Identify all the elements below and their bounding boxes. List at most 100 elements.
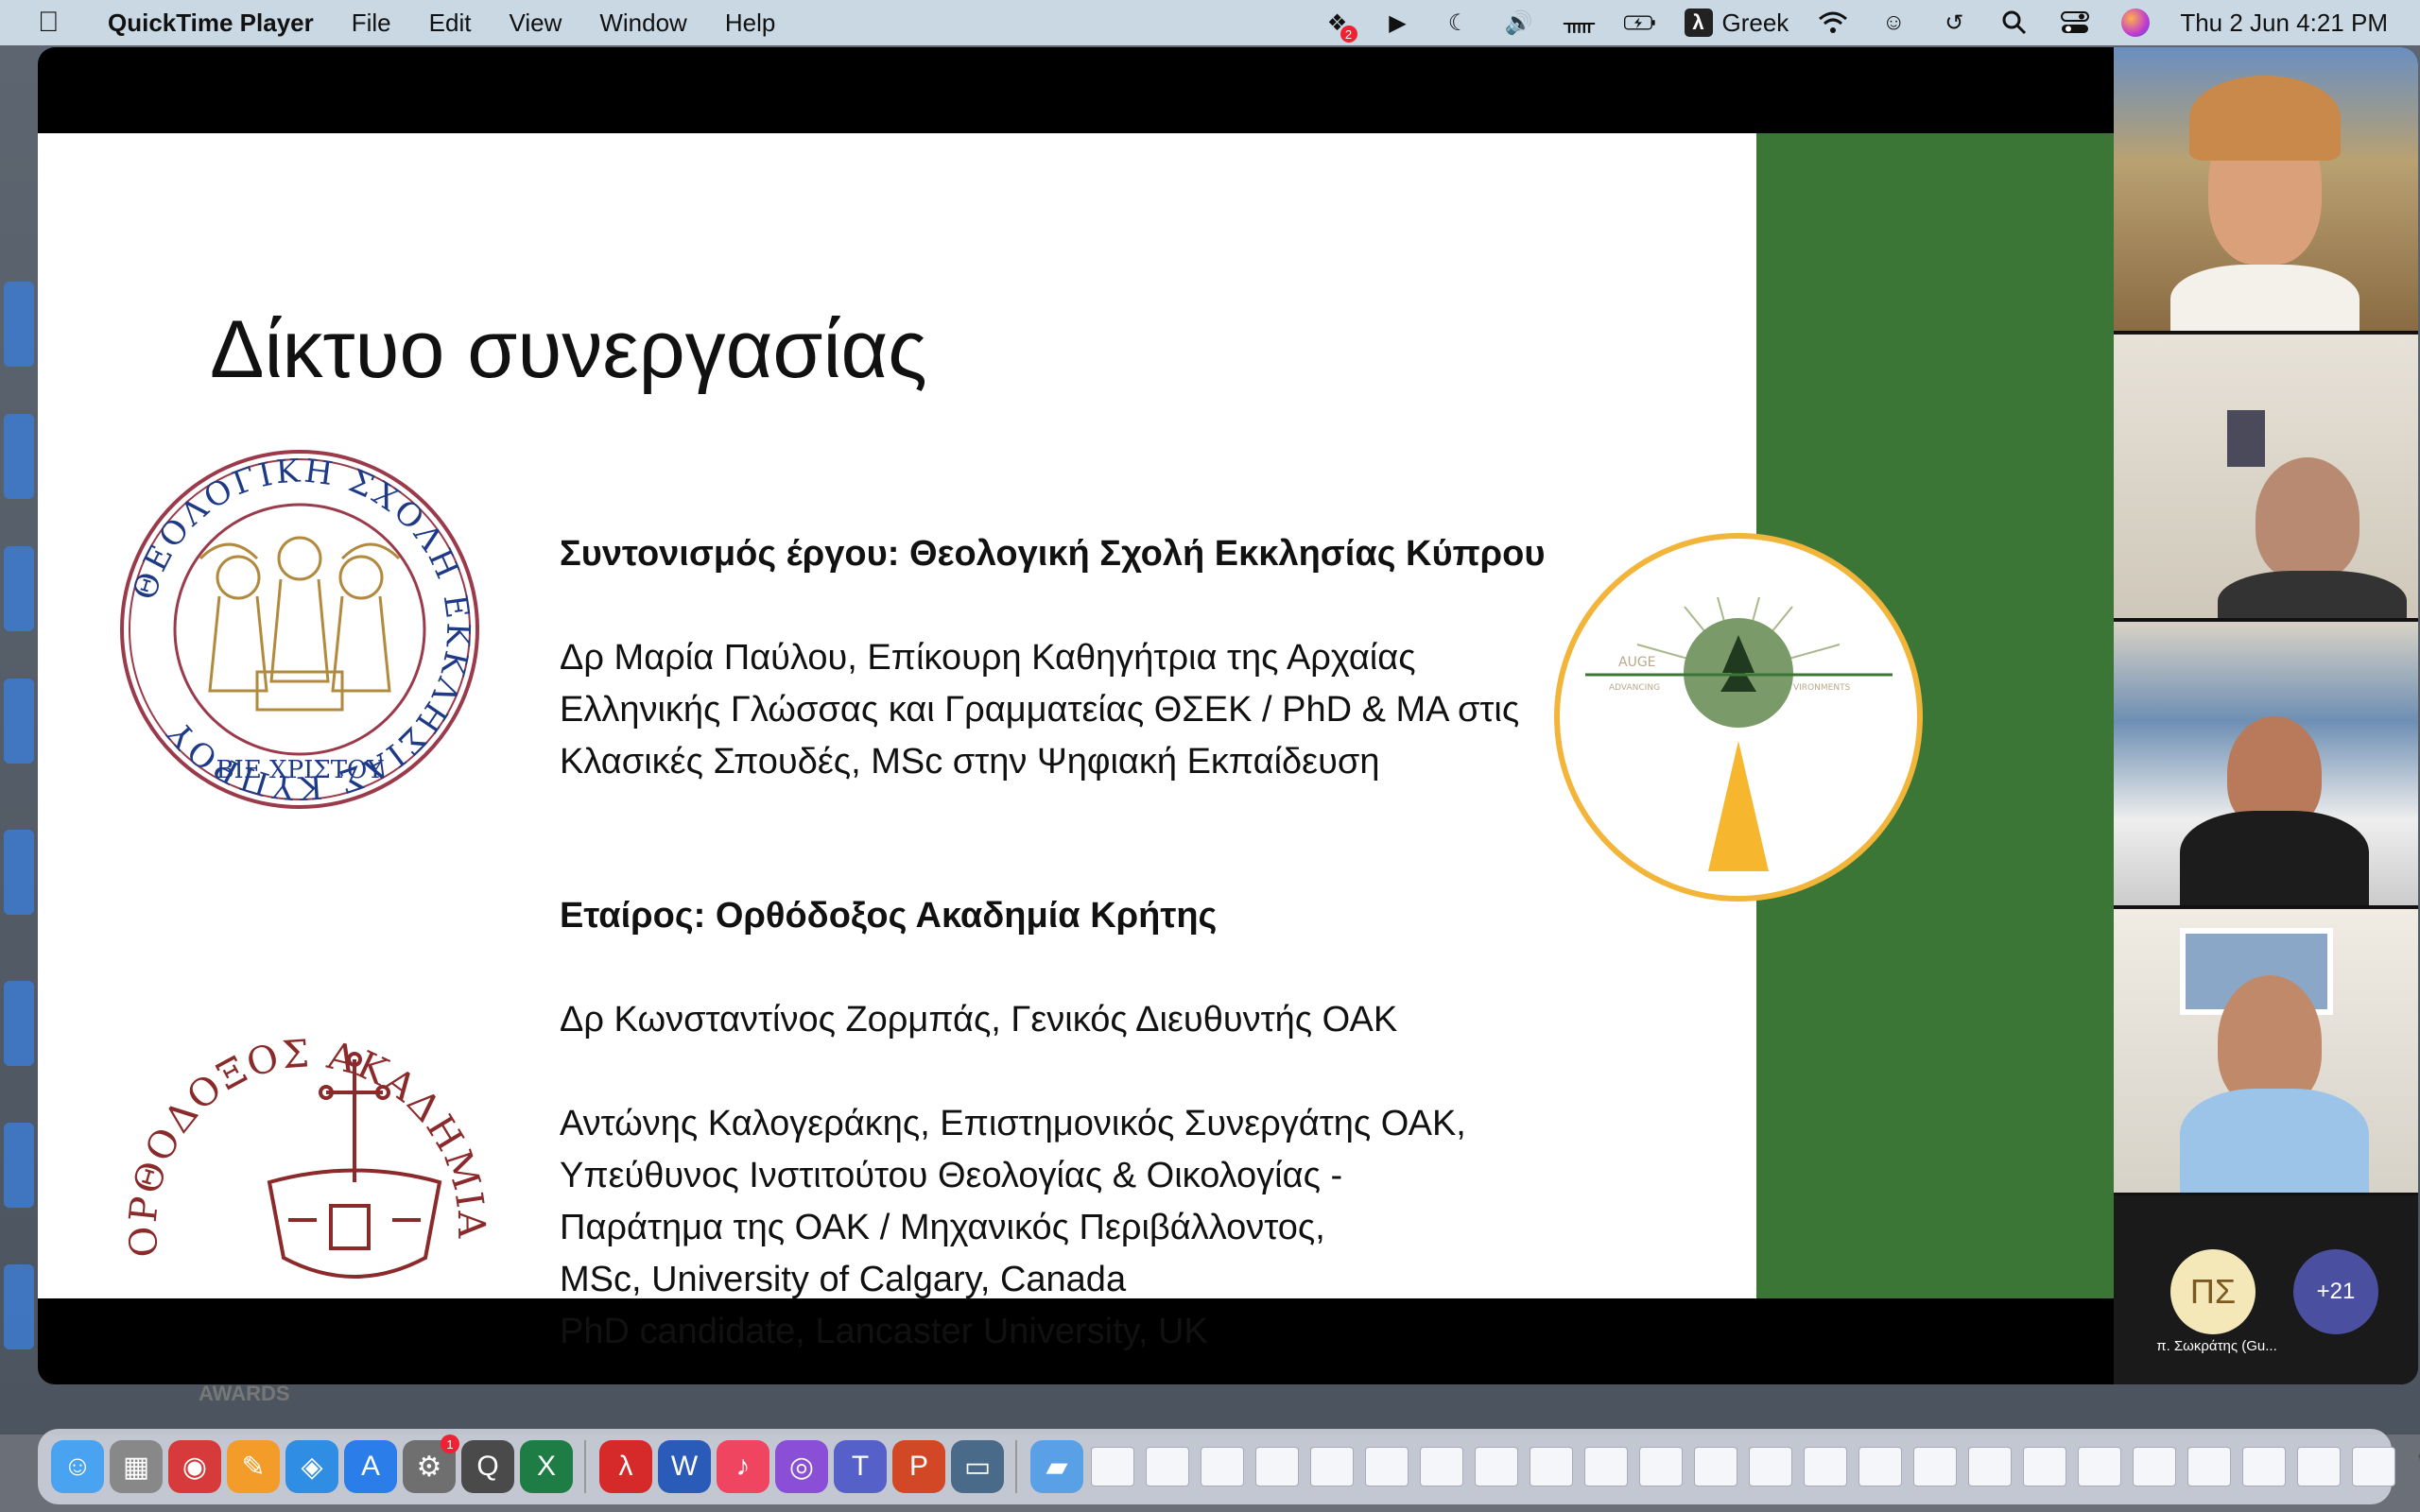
minimized-window-thumbnail[interactable] bbox=[1310, 1447, 1354, 1486]
trash-icon[interactable]: 🗑 bbox=[2405, 1440, 2420, 1493]
minimized-window-thumbnail[interactable] bbox=[1255, 1447, 1299, 1486]
menu-edit[interactable]: Edit bbox=[429, 9, 472, 38]
menubar-clock[interactable]: Thu 2 Jun 4:21 PM bbox=[2180, 9, 2388, 38]
minimized-window-thumbnail[interactable] bbox=[2297, 1447, 2341, 1486]
photo-booth-icon[interactable]: ◉ bbox=[168, 1440, 221, 1493]
minimized-window-thumbnail[interactable] bbox=[1475, 1447, 1518, 1486]
dock-separator bbox=[584, 1440, 586, 1493]
menu-help[interactable]: Help bbox=[725, 9, 775, 38]
word-icon[interactable]: W bbox=[658, 1440, 711, 1493]
teams-icon[interactable]: T bbox=[834, 1440, 887, 1493]
minimized-window-thumbnail[interactable] bbox=[1968, 1447, 2012, 1486]
play-circle-icon[interactable]: ▶ bbox=[1382, 7, 1414, 39]
minimized-window-thumbnail[interactable] bbox=[1694, 1447, 1737, 1486]
dock: ☺ ▦ ◉ ✎ ◈ A ⚙1 Q X λ W ♪ ◎ T P ▭ ▰ 🗑 bbox=[38, 1429, 2420, 1504]
more-participants-button[interactable]: +21 bbox=[2293, 1249, 2378, 1334]
preview-icon[interactable]: ▭ bbox=[951, 1440, 1004, 1493]
partner-person-2-line-1: Αντώνης Καλογεράκης, Επιστημονικός Συνερ… bbox=[560, 1104, 1466, 1143]
participant-video-3[interactable] bbox=[2114, 622, 2418, 908]
minimized-window-thumbnail[interactable] bbox=[2352, 1447, 2395, 1486]
app-name-menu[interactable]: QuickTime Player bbox=[108, 9, 314, 38]
minimized-window-thumbnail[interactable] bbox=[1420, 1447, 1463, 1486]
system-preferences-badge: 1 bbox=[441, 1435, 459, 1453]
desktop-file-icon[interactable] bbox=[4, 546, 34, 631]
siri-icon[interactable] bbox=[2119, 7, 2152, 39]
auge-logo: AUGE ADVANCING VIRONMENTS bbox=[1554, 533, 1923, 902]
search-icon[interactable] bbox=[1998, 7, 2031, 39]
partner-person-2-line-5: PhD candidate, Lancaster University, UK bbox=[560, 1312, 1208, 1351]
minimized-window-thumbnail[interactable] bbox=[2023, 1447, 2066, 1486]
moon-icon[interactable]: ☾ bbox=[1443, 7, 1475, 39]
minimized-window-thumbnail[interactable] bbox=[1858, 1447, 1902, 1486]
slide-title: Δίκτυο συνεργασίας bbox=[210, 304, 927, 395]
safari-icon[interactable]: ◈ bbox=[285, 1440, 338, 1493]
user-account-icon[interactable]: ☺ bbox=[1877, 7, 1910, 39]
svg-text:ΒΙΕ ΧΡΙΣΤΟΥ: ΒΙΕ ΧΡΙΣΤΟΥ bbox=[216, 756, 384, 784]
finder-icon[interactable]: ☺ bbox=[51, 1440, 104, 1493]
minimized-window-thumbnail[interactable] bbox=[2242, 1447, 2286, 1486]
apple-menu-icon[interactable]:  bbox=[38, 7, 76, 39]
quicktime-icon[interactable]: Q bbox=[461, 1440, 514, 1493]
coordination-person-line-3: Κλασικές Σπουδές, MSc στην Ψηφιακή Εκπαί… bbox=[560, 742, 1380, 782]
music-icon[interactable]: ♪ bbox=[717, 1440, 769, 1493]
desktop-file-icon[interactable] bbox=[4, 830, 34, 915]
menu-window[interactable]: Window bbox=[599, 9, 686, 38]
orthodox-academy-logo: ΟΡΘΟΔΟΞΟΣ ΑΚΑΔΗΜΙΑ ΚΡΗΤΗΣ bbox=[123, 936, 492, 1279]
coordination-person-line-2: Ελληνικής Γλώσσας και Γραμματείας ΘΣΕΚ /… bbox=[560, 690, 1520, 730]
menu-view[interactable]: View bbox=[509, 9, 562, 38]
wifi-icon[interactable] bbox=[1817, 7, 1849, 39]
svg-text:ΟΡΘΟΔΟΞΟΣ ΑΚΑΔΗΜΙΑ ΚΡΗΤΗΣ: ΟΡΘΟΔΟΞΟΣ ΑΚΑΔΗΜΙΑ ΚΡΗΤΗΣ bbox=[123, 936, 492, 1259]
volume-icon[interactable]: 🔊 bbox=[1503, 7, 1535, 39]
minimized-window-thumbnail[interactable] bbox=[2133, 1447, 2176, 1486]
minimized-window-thumbnail[interactable] bbox=[1146, 1447, 1189, 1486]
menu-file[interactable]: File bbox=[352, 9, 391, 38]
dropbox-icon[interactable]: ❖ 2 bbox=[1322, 7, 1357, 43]
svg-text:ADVANCING: ADVANCING bbox=[1609, 683, 1660, 693]
quicktime-window[interactable]: Δίκτυο συνεργασίας ΘΕΟΛΟΓΙΚΗ ΣΧΟΛΗ ΕΚΚΛΗ… bbox=[38, 47, 2418, 1384]
minimized-window-thumbnail[interactable] bbox=[2187, 1447, 2231, 1486]
theological-school-seal: ΘΕΟΛΟΓΙΚΗ ΣΧΟΛΗ ΕΚΚΛΗΣΙΑΣ ΚΥΠΡΟΥ ΒΙΕ ΧΡΙ… bbox=[120, 450, 479, 809]
participant-video-4[interactable] bbox=[2114, 909, 2418, 1195]
time-machine-icon[interactable]: ↺ bbox=[1938, 7, 1970, 39]
partner-person-2-line-3: Παράτημα της ΟΑΚ / Μηχανικός Περιβάλλοντ… bbox=[560, 1208, 1325, 1247]
desktop-file-icon[interactable] bbox=[4, 1123, 34, 1208]
battery-icon[interactable] bbox=[1623, 7, 1656, 39]
minimized-window-thumbnail[interactable] bbox=[2078, 1447, 2121, 1486]
participant-avatar[interactable]: ΠΣ bbox=[2170, 1249, 2256, 1334]
lambda-icon: λ bbox=[1684, 9, 1713, 37]
desktop-file-icon[interactable] bbox=[4, 414, 34, 499]
control-center-icon[interactable] bbox=[2059, 7, 2091, 39]
desktop-file-icon[interactable] bbox=[4, 1264, 34, 1349]
partner-heading: Εταίρος: Ορθόδοξος Ακαδημία Κρήτης bbox=[560, 896, 1218, 936]
system-preferences-icon[interactable]: ⚙ 1 bbox=[403, 1435, 459, 1493]
partner-person-2-line-2: Υπεύθυνος Ινστιτούτου Θεολογίας & Οικολο… bbox=[560, 1156, 1343, 1195]
svg-text:VIRONMENTS: VIRONMENTS bbox=[1793, 683, 1851, 693]
minimized-window-thumbnail[interactable] bbox=[1201, 1447, 1244, 1486]
coordination-person-line-1: Δρ Μαρία Παύλου, Επίκουρη Καθηγήτρια της… bbox=[560, 638, 1416, 678]
desktop-file-icon[interactable] bbox=[4, 282, 34, 367]
input-source-label: Greek bbox=[1721, 8, 1789, 37]
minimized-window-thumbnail[interactable] bbox=[1913, 1447, 1957, 1486]
partner-person-2-line-4: MSc, University of Calgary, Canada bbox=[560, 1260, 1127, 1299]
minimized-window-thumbnail[interactable] bbox=[1639, 1447, 1683, 1486]
participant-video-2[interactable] bbox=[2114, 335, 2418, 621]
folder-icon[interactable]: ▰ bbox=[1030, 1440, 1083, 1493]
minimized-window-thumbnail[interactable] bbox=[1365, 1447, 1409, 1486]
minimized-window-thumbnail[interactable] bbox=[1091, 1447, 1134, 1486]
bluetooth-icon[interactable]: ᚅ bbox=[1564, 7, 1596, 39]
minimized-window-thumbnail[interactable] bbox=[1804, 1447, 1847, 1486]
minimized-window-thumbnail[interactable] bbox=[1584, 1447, 1628, 1486]
pages-icon[interactable]: ✎ bbox=[227, 1440, 280, 1493]
app-store-icon[interactable]: A bbox=[344, 1440, 397, 1493]
desktop-file-icon[interactable] bbox=[4, 679, 34, 764]
minimized-window-thumbnail[interactable] bbox=[1530, 1447, 1573, 1486]
desktop-file-icon[interactable] bbox=[4, 981, 34, 1066]
participant-video-1[interactable] bbox=[2114, 47, 2418, 334]
acrobat-icon[interactable]: λ bbox=[599, 1440, 652, 1493]
launchpad-icon[interactable]: ▦ bbox=[110, 1440, 163, 1493]
minimized-window-thumbnail[interactable] bbox=[1749, 1447, 1792, 1486]
input-source-menu[interactable]: λ Greek bbox=[1684, 8, 1789, 38]
podcast-icon[interactable]: ◎ bbox=[775, 1440, 828, 1493]
powerpoint-icon[interactable]: P bbox=[892, 1440, 945, 1493]
excel-icon[interactable]: X bbox=[520, 1440, 573, 1493]
